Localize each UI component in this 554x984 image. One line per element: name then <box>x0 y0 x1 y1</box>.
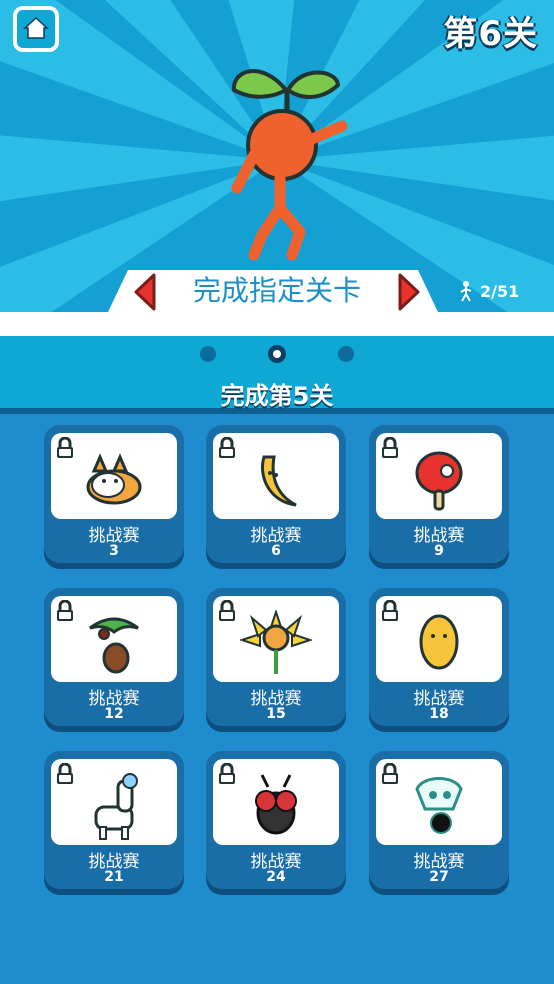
card-level-number: 27 <box>429 869 449 885</box>
lock-icon <box>219 763 235 784</box>
lock-icon <box>219 437 235 458</box>
challenge-card[interactable]: 挑战赛 12 <box>44 588 184 732</box>
challenge-card[interactable]: 挑战赛 3 <box>44 425 184 569</box>
progress-count: 2/51 <box>480 281 520 301</box>
challenge-card[interactable]: 挑战赛 6 <box>206 425 346 569</box>
lock-icon <box>219 600 235 621</box>
card-level-number: 3 <box>109 543 119 559</box>
card-level-number: 21 <box>104 869 124 885</box>
character-alpaca-icon <box>94 773 138 840</box>
challenge-card[interactable]: 挑战赛 15 <box>206 588 346 732</box>
level-title: 第6关 <box>443 14 538 54</box>
lock-icon <box>382 437 398 458</box>
runner-icon <box>460 281 472 302</box>
lock-icon <box>57 600 73 621</box>
card-level-number: 6 <box>271 543 281 559</box>
next-arrow-button[interactable] <box>398 273 422 311</box>
section-title: 完成第5关 <box>220 382 334 410</box>
banner-strip <box>0 312 554 336</box>
character-sunflower-icon <box>240 610 312 674</box>
card-level-number: 18 <box>429 706 449 722</box>
page-dot-3 <box>338 346 354 362</box>
character-corgi-dog-icon <box>86 453 142 505</box>
card-level-number: 15 <box>266 706 286 722</box>
character-skull-bomb-icon <box>415 777 463 834</box>
card-level-number: 9 <box>434 543 444 559</box>
lock-icon <box>382 600 398 621</box>
character-fly-icon <box>255 774 297 835</box>
home-icon <box>23 16 49 39</box>
home-button[interactable] <box>13 6 59 52</box>
page-dot-1 <box>200 346 216 362</box>
page-dots <box>200 345 354 363</box>
game-screen: 第6关 完成指定关卡 2/51 完成第5关 挑战赛 3 挑战赛 6 挑战赛 9 挑战赛 12 挑… <box>0 0 554 984</box>
challenge-card[interactable]: 挑战赛 21 <box>44 751 184 895</box>
character-ping-pong-paddle-icon <box>415 451 463 511</box>
character-banana-icon <box>261 455 297 507</box>
challenge-card[interactable]: 挑战赛 18 <box>369 588 509 732</box>
lock-icon <box>57 437 73 458</box>
sprout-character <box>231 69 348 261</box>
card-level-number: 12 <box>104 706 124 722</box>
character-coconut-tree-icon <box>89 617 139 674</box>
character-potato-icon <box>419 614 459 670</box>
card-level-number: 24 <box>266 869 286 885</box>
challenge-card[interactable]: 挑战赛 9 <box>369 425 509 569</box>
progress-indicator: 2/51 <box>458 280 519 302</box>
prev-arrow-button[interactable] <box>132 273 156 311</box>
challenge-card[interactable]: 挑战赛 24 <box>206 751 346 895</box>
lock-icon <box>382 763 398 784</box>
lock-icon <box>57 763 73 784</box>
challenge-card[interactable]: 挑战赛 27 <box>369 751 509 895</box>
